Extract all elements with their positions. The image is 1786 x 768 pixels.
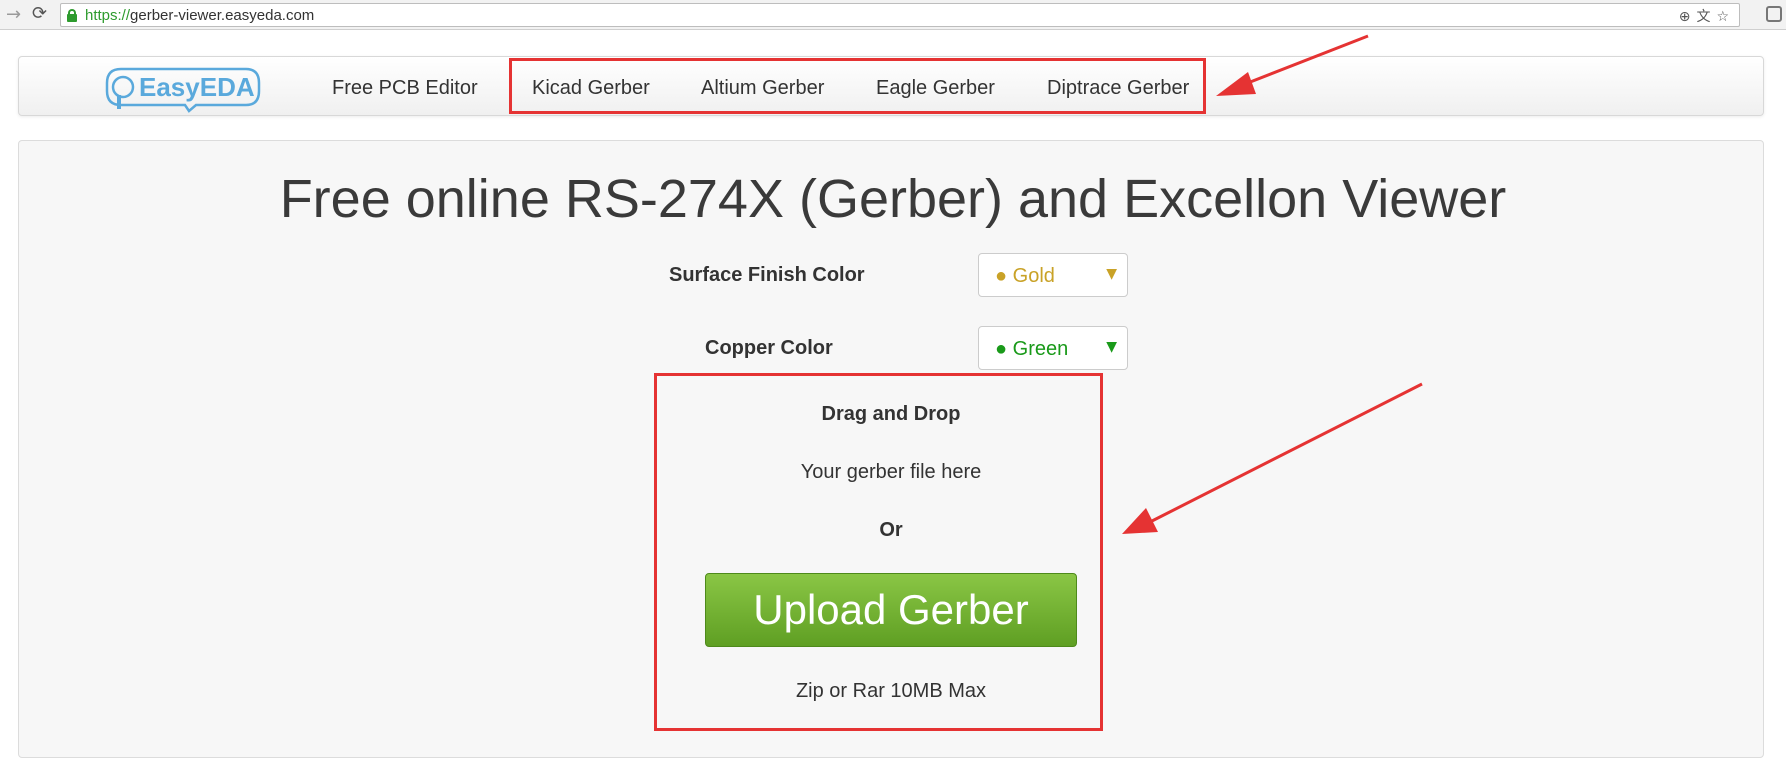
surface-finish-select[interactable]: ● Gold ▼ [978, 253, 1128, 297]
drop-zone-subtitle: Your gerber file here [800, 461, 982, 483]
drop-zone-title: Drag and Drop [821, 403, 961, 425]
copper-color-value: ● Green [995, 338, 1069, 360]
url-host: gerber-viewer.easyeda.com [130, 7, 315, 24]
extension-icon[interactable] [1766, 6, 1782, 22]
url-text: https://gerber-viewer.easyeda.com [85, 7, 314, 24]
copper-color-select[interactable]: ● Green ▼ [978, 326, 1128, 370]
zoom-icon[interactable]: ⊕ [1679, 9, 1697, 25]
nav-free-pcb-editor[interactable]: Free PCB Editor [332, 77, 478, 100]
browser-toolbar: → ⟳ https://gerber-viewer.easyeda.com ⊕文… [0, 0, 1786, 30]
page-title: Free online RS-274X (Gerber) and Excello… [279, 169, 1507, 229]
copper-color-label: Copper Color [705, 337, 833, 359]
address-bar-icons: ⊕文☆ [1679, 6, 1735, 26]
reload-icon[interactable]: ⟳ [32, 3, 47, 24]
url-scheme: https:// [85, 7, 131, 24]
highlight-box-nav [509, 58, 1206, 114]
drop-zone-or: Or [879, 519, 903, 541]
forward-arrow-icon[interactable]: → [6, 4, 21, 25]
chevron-down-icon: ▼ [1106, 266, 1117, 282]
translate-icon[interactable]: 文 [1696, 9, 1716, 25]
bookmark-star-icon[interactable]: ☆ [1716, 9, 1735, 25]
address-bar[interactable]: https://gerber-viewer.easyeda.com ⊕文☆ [60, 3, 1740, 27]
logo-text: EasyEDA [139, 72, 255, 102]
drop-zone[interactable] [654, 373, 1103, 731]
surface-finish-label: Surface Finish Color [669, 264, 865, 286]
upload-gerber-button[interactable]: Upload Gerber [705, 573, 1077, 647]
chevron-down-icon: ▼ [1106, 339, 1117, 355]
lock-icon [67, 9, 77, 22]
upload-size-note: Zip or Rar 10MB Max [795, 680, 987, 702]
surface-finish-value: ● Gold [995, 265, 1055, 287]
easyeda-logo[interactable]: EasyEDA [101, 61, 261, 113]
